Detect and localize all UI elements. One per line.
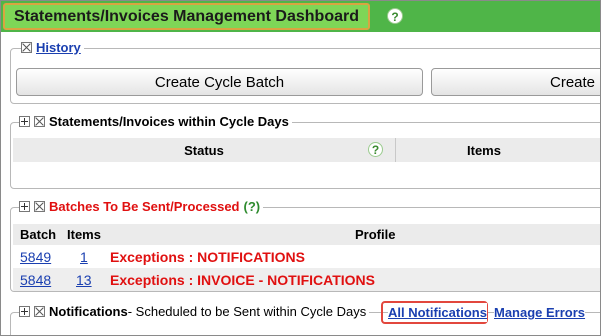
profile-column-header: Profile bbox=[355, 227, 396, 242]
dashboard-window: Statements/Invoices Management Dashboard… bbox=[0, 0, 601, 336]
batches-legend: Batches To Be Sent/Processed (?) bbox=[19, 199, 264, 214]
status-help-icon[interactable]: ? bbox=[368, 142, 383, 157]
title-box: Statements/Invoices Management Dashboard bbox=[3, 3, 370, 30]
expand-icon[interactable] bbox=[19, 116, 30, 127]
batch-id-link[interactable]: 5849 bbox=[20, 245, 51, 268]
notifications-legend: Notifications - Scheduled to be Sent wit… bbox=[19, 304, 370, 319]
status-column-header: Status bbox=[13, 138, 395, 162]
manage-errors-link[interactable]: Manage Errors bbox=[494, 303, 586, 322]
collapse-icon[interactable] bbox=[34, 116, 45, 127]
items-header-label: Items bbox=[467, 142, 501, 158]
batch-id-link[interactable]: 5848 bbox=[20, 268, 51, 291]
expand-icon[interactable] bbox=[19, 201, 30, 212]
expand-icon[interactable] bbox=[19, 306, 30, 317]
batch-column-header: Batch bbox=[20, 227, 57, 242]
all-notifications-link[interactable]: All Notifications bbox=[388, 303, 487, 322]
history-link[interactable]: History bbox=[36, 40, 81, 55]
notifications-subtitle: - Scheduled to be Sent within Cycle Days bbox=[127, 304, 367, 319]
history-legend: History bbox=[21, 40, 84, 55]
batches-title: Batches To Be Sent/Processed bbox=[49, 199, 240, 214]
status-header-label: Status bbox=[184, 142, 224, 158]
items-column-header: Items bbox=[67, 227, 101, 242]
collapse-icon[interactable] bbox=[34, 306, 45, 317]
collapse-icon[interactable] bbox=[34, 201, 45, 212]
items-count-link[interactable]: 13 bbox=[76, 268, 92, 291]
profile-name: Exceptions : INVOICE - NOTIFICATIONS bbox=[110, 271, 375, 288]
collapse-icon[interactable] bbox=[21, 42, 32, 53]
batches-table-header bbox=[13, 224, 600, 245]
cycle-days-legend: Statements/Invoices within Cycle Days bbox=[19, 114, 292, 129]
header-bar: Statements/Invoices Management Dashboard… bbox=[1, 1, 600, 32]
cycle-days-title: Statements/Invoices within Cycle Days bbox=[49, 114, 289, 129]
batches-help-link[interactable]: (?) bbox=[244, 199, 261, 214]
profile-name: Exceptions : NOTIFICATIONS bbox=[110, 248, 305, 265]
create-cycle-batch-button[interactable]: Create Cycle Batch bbox=[16, 68, 423, 96]
items-count-link[interactable]: 1 bbox=[80, 245, 88, 268]
notifications-title: Notifications bbox=[49, 304, 128, 319]
items-column-header: Items bbox=[396, 138, 600, 162]
help-icon[interactable]: ? bbox=[387, 8, 403, 24]
page-title: Statements/Invoices Management Dashboard bbox=[14, 7, 359, 25]
table-row bbox=[13, 245, 600, 268]
create-button-partial[interactable]: Create C bbox=[431, 68, 600, 96]
